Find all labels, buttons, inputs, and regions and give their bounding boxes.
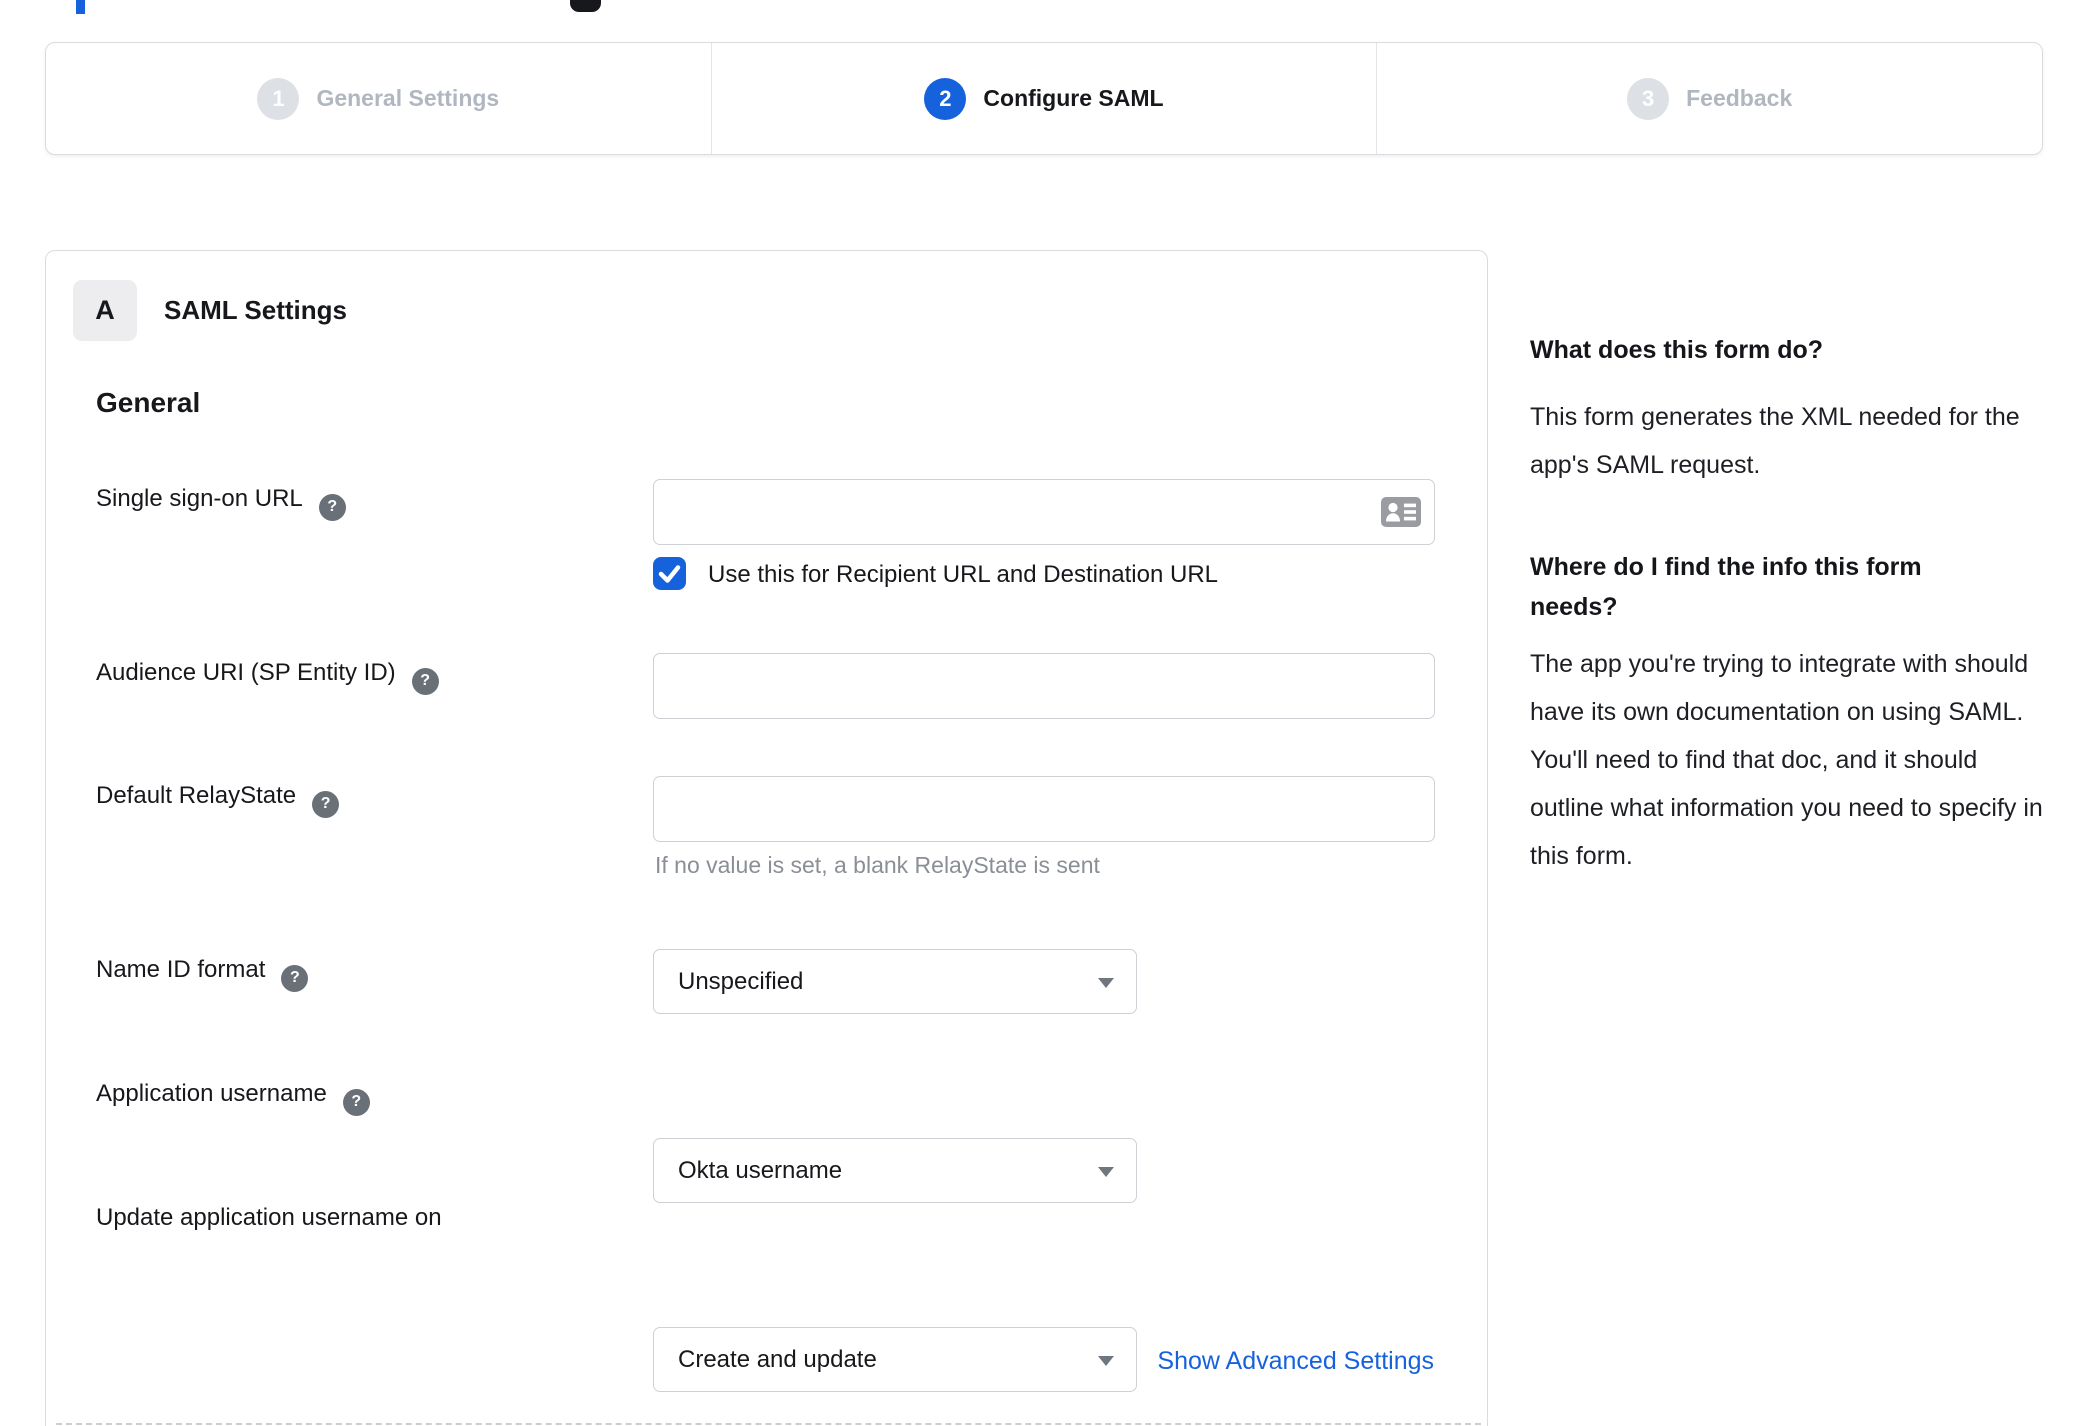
audience-uri-label-row: Audience URI (SP Entity ID)?	[96, 659, 439, 695]
audience-uri-input-wrap	[653, 653, 1435, 719]
help-body-1: This form generates the XML needed for t…	[1530, 403, 2020, 479]
step-1-circle: 1	[257, 77, 300, 120]
update-username-label-row: Update application username on	[96, 1204, 442, 1232]
cropped-logo-fragment	[76, 0, 85, 14]
update-username-select[interactable]: Create and update	[653, 1327, 1137, 1392]
help-heading-2: Where do I find the info this form needs…	[1530, 553, 1922, 621]
recipient-url-checkbox[interactable]	[653, 557, 686, 590]
name-id-label-row: Name ID format?	[96, 956, 309, 992]
audience-uri-input[interactable]	[653, 653, 1435, 719]
sso-url-input[interactable]	[653, 479, 1435, 545]
app-username-help-icon[interactable]: ?	[342, 1088, 370, 1116]
show-advanced-settings-link[interactable]: Show Advanced Settings	[1157, 1347, 1434, 1376]
configure-saml-page: 1 General Settings 2 Configure SAML 3 Fe…	[0, 0, 2092, 1426]
sso-url-label: Single sign-on URL	[96, 485, 303, 512]
update-username-selected-value: Create and update	[678, 1346, 877, 1373]
saml-settings-title: SAML Settings	[164, 295, 347, 325]
sso-url-label-row: Single sign-on URL?	[96, 485, 346, 521]
app-username-label: Application username	[96, 1080, 327, 1107]
sso-url-help-icon[interactable]: ?	[318, 493, 346, 521]
step-feedback[interactable]: 3 Feedback	[1376, 43, 2042, 154]
audience-uri-help-icon[interactable]: ?	[411, 667, 439, 695]
name-id-selected-value: Unspecified	[678, 968, 804, 995]
step-2-circle: 2	[924, 77, 967, 120]
recipient-url-checkbox-label[interactable]: Use this for Recipient URL and Destinati…	[708, 561, 1218, 589]
general-section-heading: General	[96, 387, 201, 418]
section-a-badge: A	[73, 280, 137, 341]
chevron-down-icon	[1098, 1355, 1114, 1366]
help-heading-1: What does this form do?	[1530, 336, 1824, 364]
sso-url-input-wrap	[653, 479, 1435, 545]
name-id-select[interactable]: Unspecified	[653, 949, 1137, 1014]
step-configure-saml[interactable]: 2 Configure SAML	[710, 43, 1377, 154]
step-general-settings[interactable]: 1 General Settings	[46, 43, 711, 154]
step-3-label: Feedback	[1686, 85, 1793, 111]
app-username-select[interactable]: Okta username	[653, 1138, 1137, 1203]
step-2-label: Configure SAML	[983, 85, 1164, 111]
relay-state-help-icon[interactable]: ?	[312, 790, 340, 818]
relay-state-hint: If no value is set, a blank RelayState i…	[655, 852, 1100, 878]
help-body-2: The app you're trying to integrate with …	[1530, 650, 2043, 870]
name-id-label: Name ID format	[96, 956, 266, 983]
saml-settings-card: A SAML Settings General Single sign-on U…	[45, 250, 1488, 1426]
audience-uri-label: Audience URI (SP Entity ID)	[96, 659, 396, 686]
section-divider	[56, 1423, 1481, 1425]
update-username-label: Update application username on	[96, 1204, 442, 1231]
checkmark-icon	[658, 565, 681, 583]
name-id-help-icon[interactable]: ?	[281, 964, 309, 992]
chevron-down-icon	[1098, 977, 1114, 988]
app-username-label-row: Application username?	[96, 1080, 370, 1116]
wizard-stepper: 1 General Settings 2 Configure SAML 3 Fe…	[45, 42, 2043, 155]
relay-state-input-wrap	[653, 776, 1435, 842]
chevron-down-icon	[1098, 1166, 1114, 1177]
step-1-label: General Settings	[316, 85, 500, 111]
step-3-circle: 3	[1627, 77, 1670, 120]
relay-state-label: Default RelayState	[96, 782, 297, 809]
relay-state-label-row: Default RelayState?	[96, 782, 340, 818]
relay-state-input[interactable]	[653, 776, 1435, 842]
cropped-app-icon-fragment	[570, 0, 601, 12]
address-card-icon	[1381, 497, 1421, 527]
app-username-selected-value: Okta username	[678, 1157, 843, 1184]
